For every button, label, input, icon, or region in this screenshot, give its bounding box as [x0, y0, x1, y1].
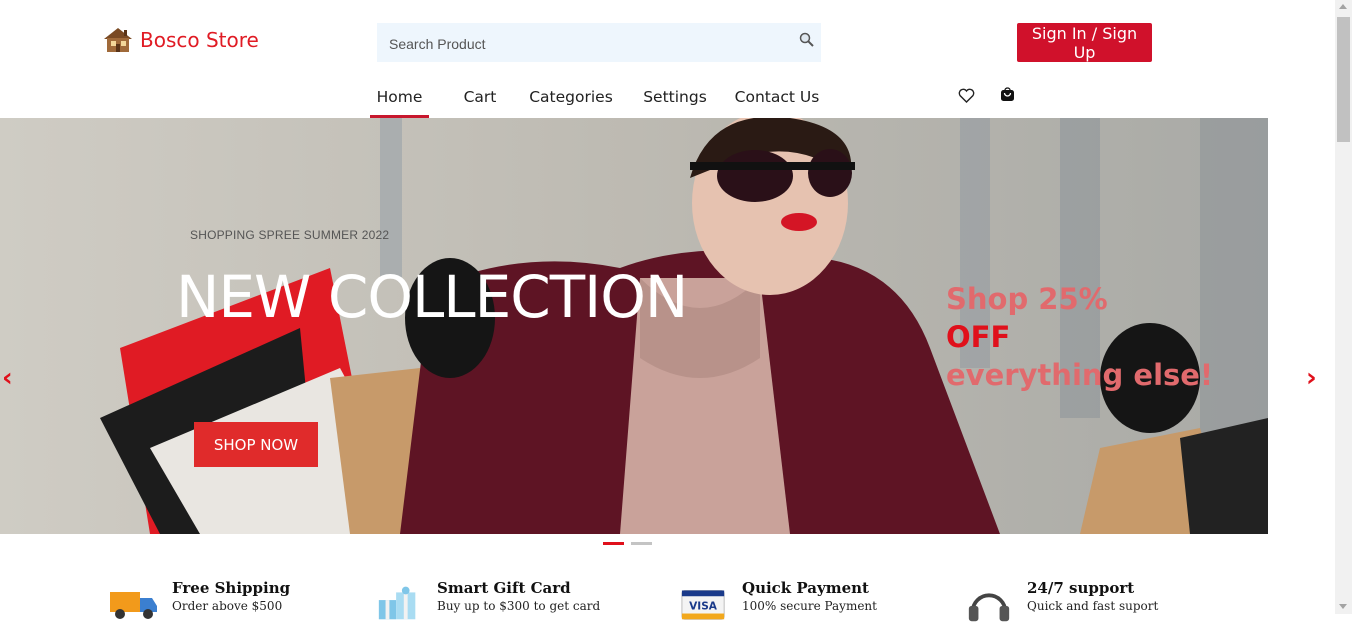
scroll-up-arrow[interactable]: [1339, 4, 1347, 9]
sign-in-button[interactable]: Sign In / Sign Up: [1017, 23, 1152, 62]
search-icon[interactable]: [799, 32, 815, 48]
shop-now-button[interactable]: SHOP NOW: [194, 422, 318, 467]
nav-settings[interactable]: Settings: [635, 83, 715, 116]
nav-contact-us[interactable]: Contact Us: [727, 83, 827, 116]
carousel-dot-1[interactable]: [603, 542, 624, 545]
hero-banner: SHOPPING SPREE SUMMER 2022 NEW COLLECTIO…: [0, 118, 1268, 534]
carousel-dot-2[interactable]: [631, 542, 652, 545]
feature-support: 24/7 support Quick and fast suport: [965, 578, 1158, 622]
feature-title: 24/7 support: [1027, 579, 1135, 597]
search-input[interactable]: [387, 23, 791, 64]
feature-title: Quick Payment: [742, 579, 869, 597]
feature-free-shipping: Free Shipping Order above $500: [108, 578, 290, 622]
headphones-icon: [968, 593, 1010, 622]
heart-icon[interactable]: [958, 88, 975, 103]
carousel-prev-arrow[interactable]: ‹: [2, 363, 13, 393]
feature-desc: Buy up to $300 to get card: [437, 599, 601, 613]
feature-desc: Order above $500: [172, 599, 283, 613]
brand-name: Bosco Store: [140, 28, 259, 52]
promo-line-3: everything else!: [946, 358, 1214, 392]
svg-text:VISA: VISA: [689, 601, 718, 613]
feature-title: Free Shipping: [172, 579, 291, 597]
promo-line-1: Shop 25%: [946, 282, 1108, 316]
nav-cart[interactable]: Cart: [449, 83, 511, 116]
feature-gift-card: Smart Gift Card Buy up to $300 to get ca…: [375, 578, 600, 622]
hero-subtitle: SHOPPING SPREE SUMMER 2022: [190, 228, 390, 242]
promo-text: Shop 25% OFF everything else!: [946, 280, 1213, 394]
carousel-indicators: [603, 542, 652, 545]
carousel-next-arrow[interactable]: ›: [1306, 363, 1317, 393]
nav-home[interactable]: Home: [370, 83, 429, 118]
feature-title: Smart Gift Card: [437, 579, 571, 597]
scroll-thumb[interactable]: [1337, 17, 1350, 142]
gift-icon: [378, 586, 416, 620]
scroll-down-arrow[interactable]: [1339, 604, 1347, 609]
shopping-bag-icon[interactable]: [1000, 87, 1015, 102]
house-icon: [104, 28, 132, 52]
visa-card-icon: VISA: [681, 590, 725, 620]
feature-desc: 100% secure Payment: [742, 599, 877, 613]
nav-categories[interactable]: Categories: [521, 83, 621, 116]
store-logo[interactable]: Bosco Store: [102, 26, 259, 54]
feature-quick-payment: VISA Quick Payment 100% secure Payment: [680, 578, 877, 622]
feature-desc: Quick and fast suport: [1027, 599, 1159, 613]
main-nav: Home Cart Categories Settings Contact Us: [370, 83, 827, 118]
search-bar: [377, 23, 821, 64]
delivery-truck-icon: [110, 592, 157, 619]
promo-line-2: OFF: [946, 320, 1011, 354]
hero-title: NEW COLLECTION: [176, 263, 688, 331]
